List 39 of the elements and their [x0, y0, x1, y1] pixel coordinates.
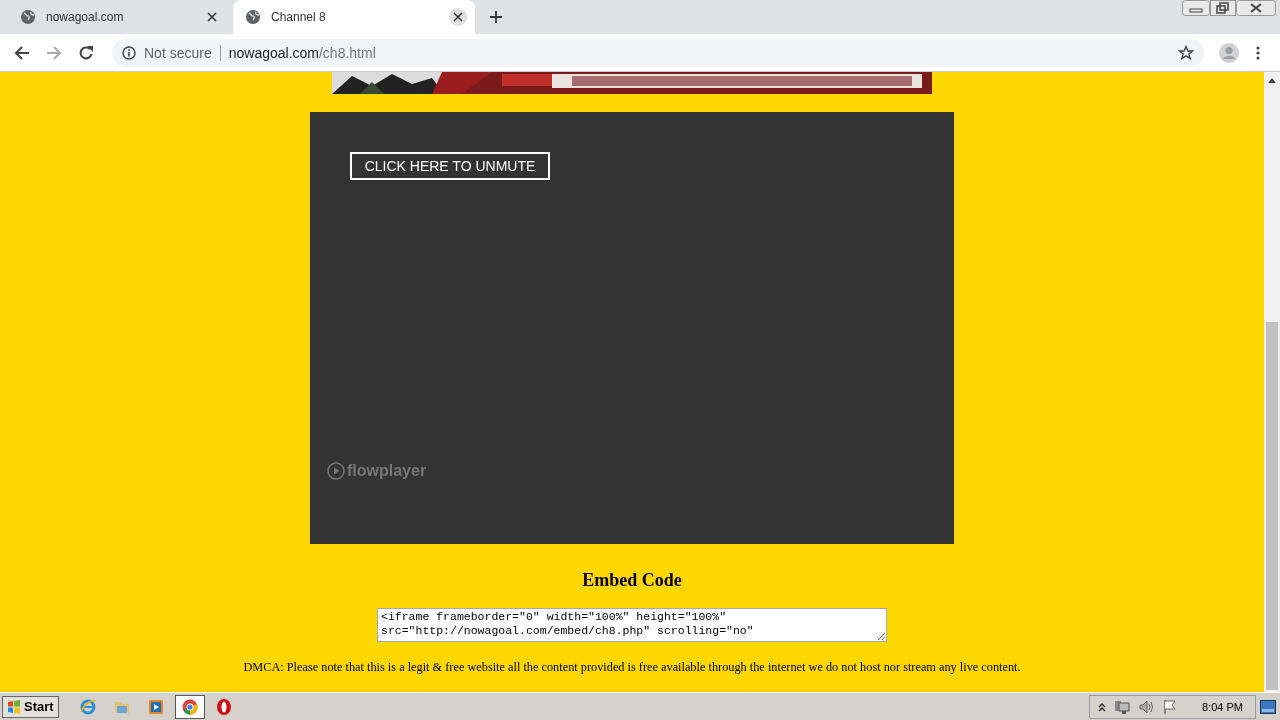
taskbar-button[interactable] — [174, 694, 205, 719]
star-icon[interactable] — [1178, 44, 1194, 61]
reload-icon[interactable] — [78, 44, 94, 61]
security-label: Not secure — [144, 44, 212, 61]
chevron-up-icon[interactable] — [1098, 701, 1107, 712]
speaker-icon[interactable] — [1138, 698, 1155, 715]
globe-icon — [20, 9, 36, 25]
unmute-button[interactable]: CLICK HERE TO UNMUTE — [350, 152, 550, 180]
browser-tab[interactable]: nowagoal.com — [8, 0, 229, 34]
close-icon[interactable] — [1236, 0, 1276, 16]
embed-code-field[interactable]: <iframe frameborder="0" width="100%" height="100%" src="http://nowagoal.com/embed/ch8.php" scrolling="no" — [377, 608, 887, 642]
start-button[interactable]: Start — [2, 695, 59, 718]
close-icon[interactable] — [206, 11, 218, 23]
flag-icon[interactable] — [1162, 698, 1179, 715]
new-tab-icon[interactable] — [489, 10, 503, 24]
windows-logo-icon — [7, 699, 21, 714]
url-text: nowagoal.com/ch8.html — [228, 44, 376, 61]
browser-tab[interactable]: Channel 8 — [233, 0, 475, 34]
play-icon — [327, 462, 345, 480]
clock-text[interactable]: 8:04 PM — [1202, 700, 1243, 713]
address-bar[interactable]: Not secure nowagoal.com/ch8.html — [112, 38, 1204, 67]
avatar-icon[interactable] — [1218, 41, 1240, 64]
globe-icon — [245, 9, 261, 25]
play-icon — [146, 697, 165, 716]
opera-icon — [214, 697, 233, 716]
chrome-icon — [180, 697, 199, 716]
section-heading: Embed Code — [582, 570, 682, 591]
show-desktop-icon[interactable] — [1260, 699, 1276, 714]
disclaimer-text: DMCA: Please note that this is a legit & free website all the content provided is free available through the internet we do not host nor stream any live content. — [243, 660, 1021, 675]
network-icon[interactable] — [1114, 698, 1131, 715]
flowplayer-logo: flowplayer — [327, 462, 427, 480]
restore-icon[interactable] — [1210, 0, 1236, 16]
back-icon[interactable] — [14, 44, 30, 61]
scrollbar[interactable] — [1264, 72, 1280, 692]
menu-icon[interactable] — [1256, 44, 1260, 61]
info-icon[interactable] — [122, 45, 136, 60]
close-icon[interactable] — [452, 11, 464, 23]
browser-e-icon — [78, 697, 97, 716]
video-player[interactable]: CLICK HERE TO UNMUTE flowplayer — [310, 112, 954, 544]
